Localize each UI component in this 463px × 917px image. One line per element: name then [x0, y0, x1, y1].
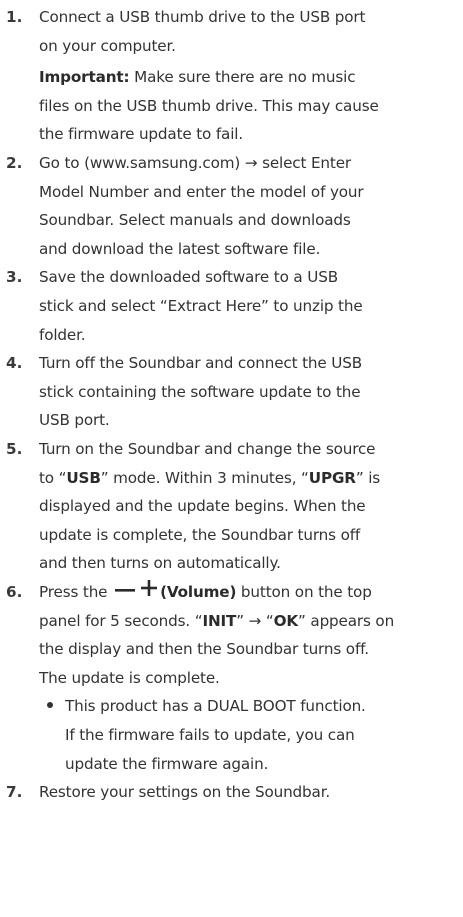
step-text-line: Press the (Volume) button on the top	[39, 578, 457, 607]
note-text-line: the firmware update to fail.	[39, 125, 244, 144]
step-text-line: Turn on the Soundbar and change the sour…	[39, 439, 376, 458]
step-text-line: Connect a USB thumb drive to the USB por…	[39, 8, 366, 26]
mode-usb: USB	[66, 468, 101, 487]
step-text-line: and download the latest software file.	[39, 239, 321, 258]
step-text-line: stick containing the software update to …	[39, 382, 361, 401]
display-init: INIT	[202, 611, 237, 630]
step-text-line: USB port.	[39, 411, 110, 430]
step-text-line: update is complete, the Soundbar turns o…	[39, 525, 361, 544]
important-label: Important:	[39, 68, 130, 87]
step-number: 4.	[6, 354, 23, 373]
step-text-line: Restore your settings on the Soundbar.	[39, 783, 331, 802]
step-2: 2. Go to (www.samsung.com) → select Ente…	[0, 149, 463, 263]
step-text-line: Save the downloaded software to a USB	[39, 268, 338, 287]
step-text-line: the display and then the Soundbar turns …	[39, 640, 369, 659]
step-text-line: on your computer.	[39, 36, 176, 55]
note-text-line: files on the USB thumb drive. This may c…	[39, 96, 379, 115]
bullet-text-line: If the firmware fails to update, you can	[65, 726, 355, 745]
step-number: 1.	[6, 8, 23, 26]
step-text-line: The update is complete.	[39, 668, 220, 687]
instructions-document: 1. Connect a USB thumb drive to the USB …	[0, 0, 463, 917]
display-upgr: UPGR	[308, 468, 356, 487]
note-text: Make sure there are no music	[129, 68, 356, 87]
step-6: 6. Press the (Volume) button on the top …	[0, 578, 463, 778]
step-5: 5. Turn on the Soundbar and change the s…	[0, 435, 463, 578]
bullet-item: This product has a DUAL BOOT function. I…	[39, 692, 457, 778]
important-note: Important: Make sure there are no music …	[39, 63, 457, 149]
volume-label: (Volume)	[160, 582, 237, 601]
step-number: 3.	[6, 268, 23, 287]
bullet-text-line: This product has a DUAL BOOT function.	[65, 697, 366, 716]
step-text-line: Model Number and enter the model of your	[39, 182, 364, 201]
step-text-line: Soundbar. Select manuals and downloads	[39, 211, 351, 230]
bullet-dot-icon	[47, 702, 53, 709]
step-text-line: to “USB” mode. Within 3 minutes, “UPGR” …	[39, 468, 381, 487]
minus-icon	[114, 578, 136, 607]
step-3: 3. Save the downloaded software to a USB…	[0, 263, 463, 349]
step-text-line: folder.	[39, 325, 86, 344]
step-text-line: Go to (www.samsung.com) → select Enter	[39, 153, 351, 172]
step-number: 7.	[6, 783, 23, 802]
step-text-line: Turn off the Soundbar and connect the US…	[39, 354, 362, 373]
display-ok: OK	[273, 611, 299, 630]
step-4: 4. Turn off the Soundbar and connect the…	[0, 349, 463, 435]
step-text-line: panel for 5 seconds. “INIT” → “OK” appea…	[39, 611, 395, 630]
step-number: 2.	[6, 153, 23, 172]
step-text-line: stick and select “Extract Here” to unzip…	[39, 296, 363, 315]
step-number: 6.	[6, 582, 23, 601]
step-text-line: and then turns on automatically.	[39, 554, 281, 573]
step-text-line: displayed and the update begins. When th…	[39, 497, 366, 516]
bullet-text-line: update the firmware again.	[65, 754, 269, 773]
step-number: 5.	[6, 439, 23, 458]
step-1: 1. Connect a USB thumb drive to the USB …	[0, 3, 463, 149]
plus-icon	[140, 578, 158, 607]
step-7: 7. Restore your settings on the Soundbar…	[0, 778, 463, 807]
